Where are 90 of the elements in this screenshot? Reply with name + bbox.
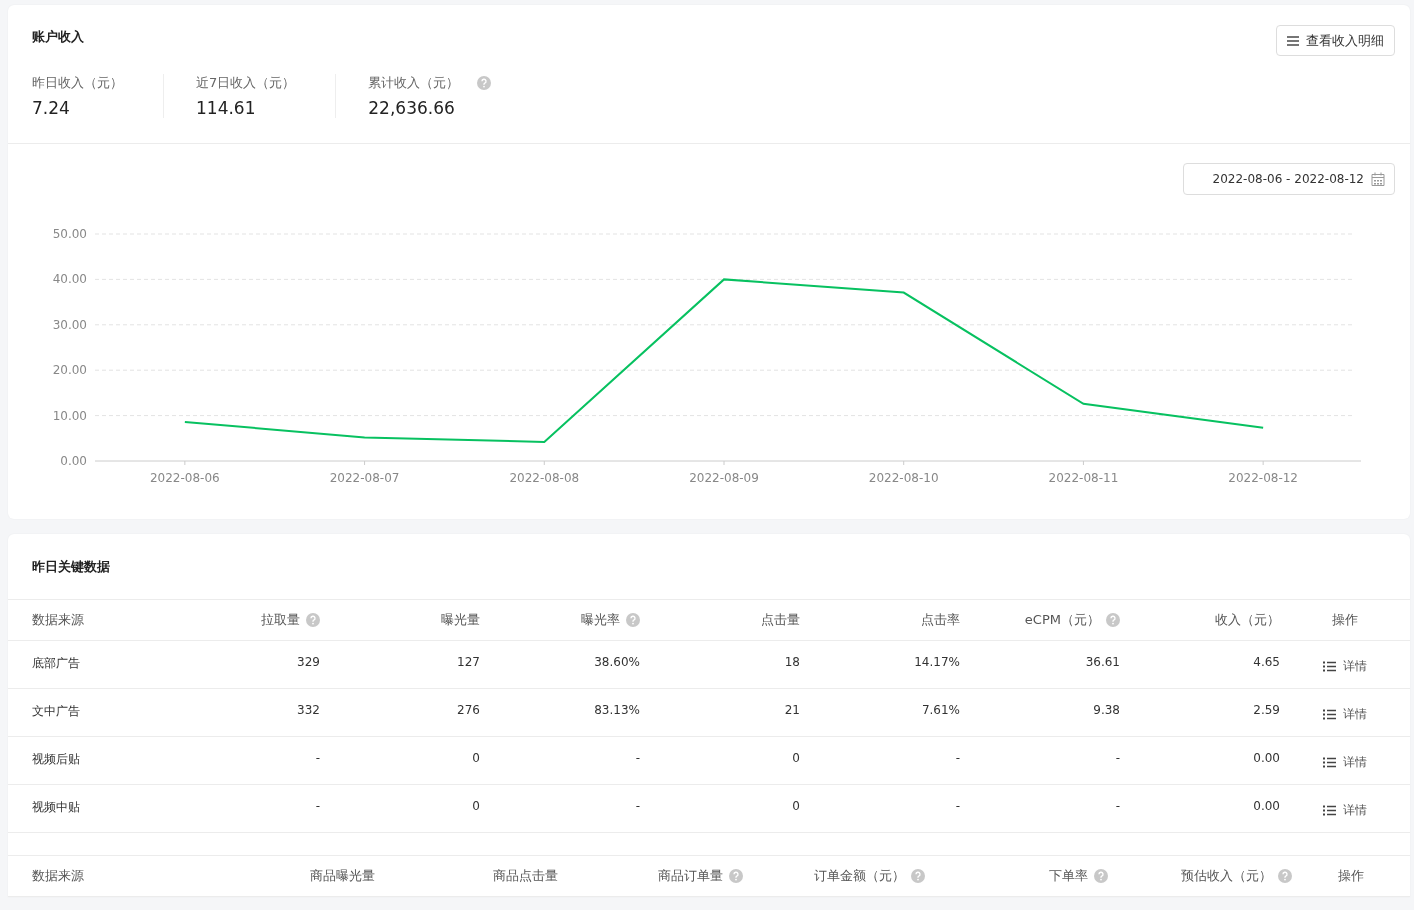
table-cell: 18 — [784, 655, 800, 669]
help-icon[interactable] — [729, 869, 743, 883]
help-icon[interactable] — [1278, 869, 1292, 883]
table-cell: 9.38 — [1093, 703, 1120, 717]
table-cell: 0.00 — [1253, 751, 1280, 765]
table-cell: 底部广告 — [32, 655, 80, 672]
details-link[interactable]: 详情 — [1323, 706, 1367, 723]
column-header: 操作 — [1338, 867, 1364, 885]
help-icon[interactable] — [911, 869, 925, 883]
table-cell: 文中广告 — [32, 703, 80, 720]
table-cell: - — [1115, 751, 1120, 765]
table-cell: 2.59 — [1253, 703, 1280, 717]
list-icon — [1323, 709, 1336, 720]
x-axis-label: 2022-08-08 — [509, 471, 580, 485]
stat-label: 近7日收入（元） — [196, 74, 296, 92]
column-header: eCPM（元） — [1024, 611, 1100, 629]
stat-label: 累计收入（元） — [368, 74, 460, 92]
stat-label: 昨日收入（元） — [32, 74, 123, 92]
x-axis-label: 2022-08-09 — [689, 471, 759, 485]
column-header: 数据来源 — [32, 867, 84, 885]
table-cell: - — [635, 751, 640, 765]
menu-icon — [1287, 35, 1299, 46]
table-cell: 83.13% — [594, 703, 640, 717]
table-cell: - — [955, 751, 960, 765]
column-header: 收入（元） — [1215, 611, 1280, 629]
y-axis-label: 20.00 — [52, 363, 87, 378]
date-range-field[interactable]: 2022-08-06 - 2022-08-12 — [1182, 163, 1395, 195]
list-icon — [1323, 661, 1336, 672]
table-cell: 0 — [472, 799, 480, 813]
details-link[interactable]: 详情 — [1323, 754, 1367, 771]
column-header: 商品曝光量 — [310, 867, 375, 885]
column-header: 拉取量 — [261, 611, 300, 629]
column-header: 曝光率 — [581, 611, 620, 629]
table-cell: 276 — [457, 703, 480, 717]
table-cell: - — [635, 799, 640, 813]
help-icon[interactable] — [306, 613, 320, 627]
table-cell: 14.17% — [914, 655, 960, 669]
section-title: 账户收入 — [32, 28, 85, 46]
table-cell: 0 — [792, 751, 800, 765]
table-cell: 332 — [297, 703, 320, 717]
view-details-button[interactable]: 查看收入明细 — [1276, 25, 1395, 56]
column-header: 点击率 — [921, 611, 960, 629]
x-axis-label: 2022-08-12 — [1228, 471, 1298, 485]
y-axis-label: 50.00 — [52, 227, 87, 241]
section-title: 昨日关键数据 — [31, 558, 111, 576]
table-cell: 0 — [472, 751, 480, 765]
column-header: 曝光量 — [441, 611, 480, 629]
details-link[interactable]: 详情 — [1323, 802, 1367, 819]
table-cell: 38.60% — [594, 655, 640, 669]
y-axis-label: 0.00 — [60, 454, 87, 468]
table-cell: 4.65 — [1253, 655, 1280, 669]
x-axis-label: 2022-08-06 — [150, 471, 220, 485]
table-cell: - — [1115, 799, 1120, 813]
table-cell: - — [315, 751, 320, 765]
table-cell: 329 — [297, 655, 320, 669]
stat-value: 7.24 — [32, 98, 71, 118]
y-axis-label: 40.00 — [52, 272, 87, 287]
column-header: 商品订单量 — [658, 867, 723, 885]
table-cell: - — [315, 799, 320, 813]
help-icon[interactable] — [1094, 869, 1108, 883]
column-header: 订单金额（元） — [814, 867, 905, 885]
column-header: 预估收入（元） — [1181, 867, 1272, 885]
column-header: 点击量 — [761, 611, 800, 629]
stat-value: 114.61 — [196, 98, 257, 118]
help-icon[interactable] — [1106, 613, 1120, 627]
column-header: 数据来源 — [32, 611, 84, 629]
details-link[interactable]: 详情 — [1323, 658, 1367, 675]
x-axis-label: 2022-08-10 — [868, 471, 939, 485]
table-cell: 127 — [457, 655, 480, 669]
table-cell: 0 — [792, 799, 800, 813]
y-axis-label: 10.00 — [52, 408, 87, 423]
x-axis-label: 2022-08-07 — [329, 471, 400, 485]
y-axis-label: 30.00 — [52, 317, 87, 332]
x-axis-label: 2022-08-11 — [1048, 471, 1119, 485]
table-cell: 0.00 — [1253, 799, 1280, 813]
list-icon — [1323, 805, 1336, 816]
table-cell: 视频后贴 — [32, 751, 80, 768]
column-header: 商品点击量 — [493, 867, 558, 885]
table-cell: 视频中贴 — [32, 799, 80, 816]
column-header: 操作 — [1332, 611, 1358, 629]
table-cell: 21 — [784, 703, 800, 717]
help-icon[interactable] — [626, 613, 640, 627]
table-cell: - — [955, 799, 960, 813]
stat-value: 22,636.66 — [368, 98, 456, 118]
calendar-icon — [1371, 172, 1385, 186]
table-cell: 36.61 — [1085, 655, 1120, 669]
list-icon — [1323, 757, 1336, 768]
help-icon[interactable] — [477, 76, 492, 90]
column-header: 下单率 — [1049, 867, 1088, 885]
table-cell: 7.61% — [921, 703, 960, 717]
